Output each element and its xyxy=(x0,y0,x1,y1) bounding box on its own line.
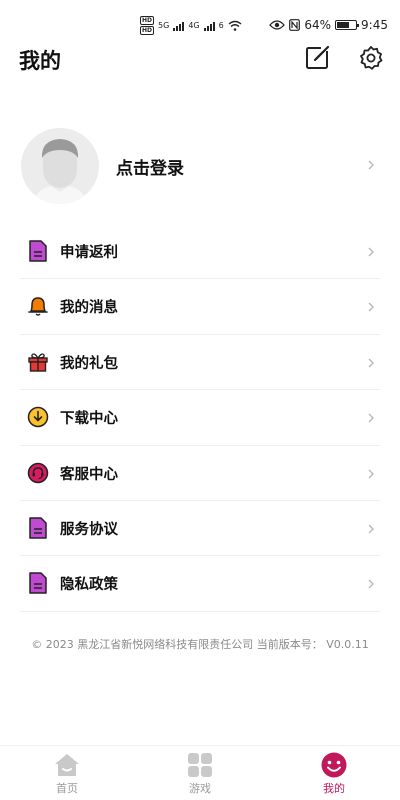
bottom-nav: 首页 游戏 我的 xyxy=(0,745,400,800)
download-icon xyxy=(27,406,49,428)
chevron-right-icon xyxy=(368,358,374,368)
battery-icon xyxy=(335,20,360,30)
hd-badge: HD xyxy=(140,16,155,25)
chevron-right-icon xyxy=(368,469,374,479)
wifi-label: 6 xyxy=(218,21,224,30)
chevron-right-icon xyxy=(368,524,374,534)
nav-label: 首页 xyxy=(56,782,78,795)
gift-icon xyxy=(28,353,48,372)
menu-item-label: 下载中心 xyxy=(60,411,118,428)
nav-home[interactable]: 首页 xyxy=(32,752,102,798)
menu-item-privacy-policy[interactable]: 隐私政策 xyxy=(20,556,380,612)
nav-label: 我的 xyxy=(323,782,345,795)
signal-icon xyxy=(203,21,215,31)
menu-item-label: 我的礼包 xyxy=(60,355,118,372)
menu-item-gifts[interactable]: 我的礼包 xyxy=(20,335,380,391)
grid-icon xyxy=(188,753,212,777)
network-type: 5G xyxy=(158,21,170,30)
copyright-text: © 2023 黑龙江省新悦网络科技有限责任公司 当前版本号： V0.0.11 xyxy=(31,638,369,651)
login-label: 点击登录 xyxy=(116,159,184,179)
page-title: 我的 xyxy=(19,49,61,73)
signal-group: HD HD 5G 4G 6 xyxy=(140,16,242,35)
headset-icon xyxy=(27,462,49,483)
menu-item-label: 客服中心 xyxy=(60,466,118,483)
document-icon xyxy=(29,517,47,539)
nav-label: 游戏 xyxy=(189,782,211,795)
chevron-right-icon xyxy=(368,247,374,257)
edit-icon xyxy=(306,45,331,69)
chevron-right-icon xyxy=(368,579,374,589)
menu-item-label: 申请返利 xyxy=(60,245,118,261)
home-icon xyxy=(55,754,79,776)
hd-badges: HD HD xyxy=(140,16,155,35)
menu-item-label: 隐私政策 xyxy=(60,577,118,594)
hd-badge: HD xyxy=(140,26,155,35)
menu-item-rebate[interactable]: 申请返利 xyxy=(20,224,380,280)
bell-icon xyxy=(28,297,48,317)
menu-item-label: 我的消息 xyxy=(60,300,118,317)
login-row[interactable]: 点击登录 xyxy=(20,128,380,204)
status-bar: HD HD 5G 4G 6 64% 9:45 xyxy=(0,0,400,40)
avatar[interactable] xyxy=(21,128,99,204)
menu-item-downloads[interactable]: 下载中心 xyxy=(20,390,380,446)
battery-percent: 64% xyxy=(304,18,332,32)
wifi-icon xyxy=(228,20,242,31)
clock: 9:45 xyxy=(361,18,388,32)
document-icon xyxy=(29,240,47,262)
eye-icon xyxy=(269,20,286,30)
menu-item-messages[interactable]: 我的消息 xyxy=(20,279,380,335)
nfc-icon xyxy=(289,19,301,31)
settings-button[interactable] xyxy=(358,45,384,71)
gear-icon xyxy=(360,46,383,70)
menu-item-support[interactable]: 客服中心 xyxy=(20,446,380,501)
app-header: 我的 xyxy=(0,40,400,80)
nav-games[interactable]: 游戏 xyxy=(165,752,235,798)
default-avatar-icon xyxy=(22,128,98,204)
network-type: 4G xyxy=(188,21,200,30)
chevron-right-icon xyxy=(368,302,374,312)
smile-icon xyxy=(321,752,347,778)
document-icon xyxy=(29,572,47,595)
chevron-right-icon xyxy=(368,160,374,170)
nav-mine[interactable]: 我的 xyxy=(299,752,369,798)
menu-item-service-agreement[interactable]: 服务协议 xyxy=(20,501,380,557)
menu-item-label: 服务协议 xyxy=(60,521,118,538)
edit-button[interactable] xyxy=(305,45,331,71)
signal-icon xyxy=(173,21,185,31)
menu-list: 申请返利 我的消息 我的礼包 下载中心 客服中心 服务协议 隐私政策 xyxy=(20,224,380,612)
chevron-right-icon xyxy=(368,413,374,423)
status-right: 64% 9:45 xyxy=(269,18,388,32)
